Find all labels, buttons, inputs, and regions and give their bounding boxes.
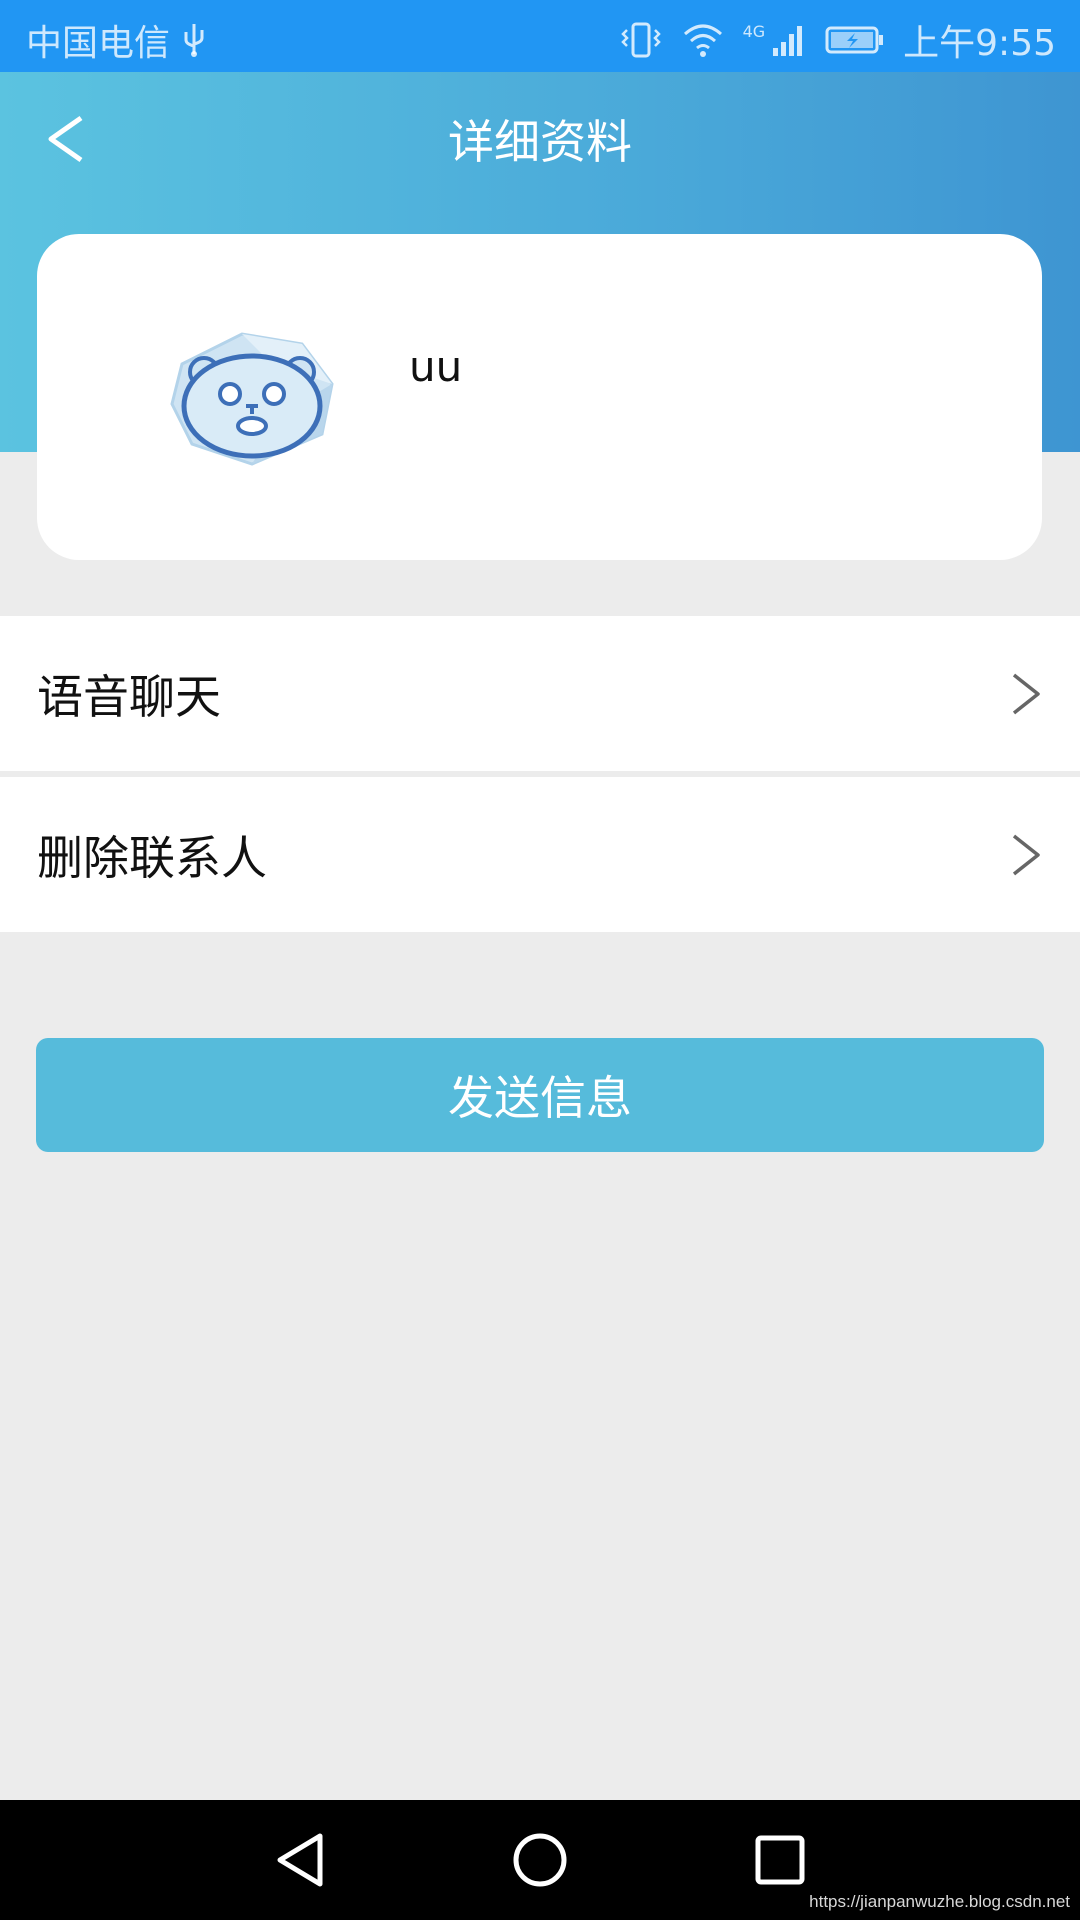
chevron-right-icon <box>1012 834 1040 875</box>
status-bar: 中国电信 4G 上午9:55 <box>0 0 1080 72</box>
signal-icon <box>773 26 803 56</box>
time-label: 上午9:55 <box>903 23 1056 64</box>
chevron-right-icon <box>1012 673 1040 714</box>
voice-chat-row[interactable]: 语音聊天 <box>0 616 1080 771</box>
delete-contact-label: 删除联系人 <box>37 830 267 885</box>
delete-contact-row[interactable]: 删除联系人 <box>0 777 1080 932</box>
voice-chat-label: 语音聊天 <box>37 669 221 724</box>
status-right: 4G 上午9:55 <box>619 14 1056 66</box>
network-type-label: 4G <box>742 21 766 41</box>
wifi-icon <box>683 24 722 57</box>
status-left: 中国电信 <box>26 14 208 66</box>
navigation-bar: https://jianpanwuzhe.blog.csdn.net <box>0 1800 1080 1920</box>
watermark-text: https://jianpanwuzhe.blog.csdn.net <box>809 1892 1070 1911</box>
contact-name: uu <box>409 342 463 391</box>
page-title: 详细资料 <box>448 115 632 169</box>
carrier-label: 中国电信 <box>26 23 171 64</box>
battery-icon <box>825 26 884 54</box>
profile-card: uu <box>37 234 1042 560</box>
nav-back-icon[interactable] <box>270 1830 330 1890</box>
nav-recents-icon[interactable] <box>750 1830 810 1890</box>
vibrate-icon <box>620 22 661 58</box>
bear-avatar-icon <box>170 332 334 466</box>
nav-home-icon[interactable] <box>510 1830 570 1890</box>
send-message-button[interactable]: 发送信息 <box>36 1038 1044 1152</box>
usb-icon <box>184 24 204 57</box>
